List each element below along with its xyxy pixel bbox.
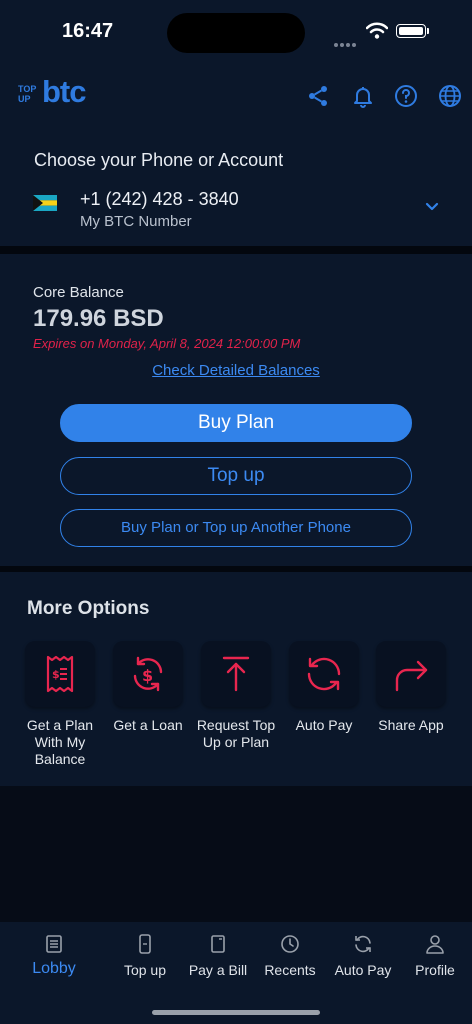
more-options-title: More Options <box>27 598 150 619</box>
chevron-down-icon[interactable] <box>424 202 440 212</box>
tab-label: Top up <box>123 962 167 978</box>
bell-icon[interactable] <box>351 84 375 108</box>
tab-label: Auto Pay <box>334 962 392 978</box>
option-label: Get a Loan <box>113 717 183 733</box>
receipt-icon: $ <box>46 655 74 693</box>
upload-arrow-icon <box>222 656 250 692</box>
logo-topup: TOP UP <box>18 84 37 104</box>
request-top-up-option[interactable] <box>201 641 271 707</box>
tab-lobby[interactable]: Lobby <box>18 934 90 978</box>
svg-text:$: $ <box>142 666 153 685</box>
bill-icon <box>211 935 225 953</box>
another-phone-button[interactable]: Buy Plan or Top up Another Phone <box>60 509 412 547</box>
tab-label: Lobby <box>32 960 76 977</box>
home-indicator <box>152 1010 320 1015</box>
tab-label: Recents <box>264 962 316 978</box>
section-divider <box>0 246 472 254</box>
help-icon[interactable] <box>394 84 418 108</box>
globe-icon[interactable] <box>438 84 462 108</box>
tab-auto-pay[interactable]: Auto Pay <box>327 934 399 978</box>
battery-tip <box>427 28 429 34</box>
phone-number: +1 (242) 428 - 3840 <box>80 189 239 209</box>
tab-recents[interactable]: Recents <box>254 934 326 978</box>
tab-top-up[interactable]: Top up <box>109 934 181 978</box>
status-time: 16:47 <box>62 20 114 42</box>
option-label: Request Top Up or Plan <box>196 717 276 750</box>
option-label: Auto Pay <box>295 717 353 733</box>
tab-pay-a-bill[interactable]: Pay a Bill <box>182 934 254 978</box>
document-icon <box>46 935 62 953</box>
auto-pay-option[interactable] <box>289 641 359 707</box>
balance-label: Core Balance <box>33 284 124 301</box>
battery-icon <box>396 24 426 38</box>
loan-refresh-dollar-icon: $ <box>133 656 163 692</box>
bahamas-flag-icon <box>33 195 57 211</box>
sync-icon <box>307 657 341 691</box>
option-label: Get a Plan With My Balance <box>26 717 94 767</box>
share-icon[interactable] <box>306 84 330 108</box>
check-detailed-balances-link[interactable]: Check Detailed Balances <box>0 362 472 379</box>
dynamic-island <box>167 13 305 53</box>
cellular-signal-icon <box>334 34 358 52</box>
account-label: My BTC Number <box>80 213 192 230</box>
wifi-icon <box>366 22 388 39</box>
tab-label: Profile <box>415 962 455 978</box>
sync-icon <box>355 935 371 953</box>
forward-arrow-icon <box>395 660 428 692</box>
phone-icon <box>139 934 151 954</box>
user-icon <box>426 935 444 954</box>
balance-amount: 179.96 BSD <box>33 305 164 332</box>
logo-btc: btc <box>42 74 86 109</box>
option-label: Share App <box>378 717 444 733</box>
buy-plan-button[interactable]: Buy Plan <box>60 404 412 442</box>
account-prompt: Choose your Phone or Account <box>34 150 284 170</box>
get-loan-option[interactable]: $ <box>113 641 183 707</box>
get-plan-balance-option[interactable]: $ <box>25 641 95 707</box>
tab-label: Pay a Bill <box>188 962 248 978</box>
share-app-option[interactable] <box>376 641 446 707</box>
svg-text:$: $ <box>52 668 60 681</box>
clock-icon <box>281 935 299 953</box>
expiry-text: Expires on Monday, April 8, 2024 12:00:0… <box>33 336 301 351</box>
tab-profile[interactable]: Profile <box>399 934 471 978</box>
top-up-button[interactable]: Top up <box>60 457 412 495</box>
